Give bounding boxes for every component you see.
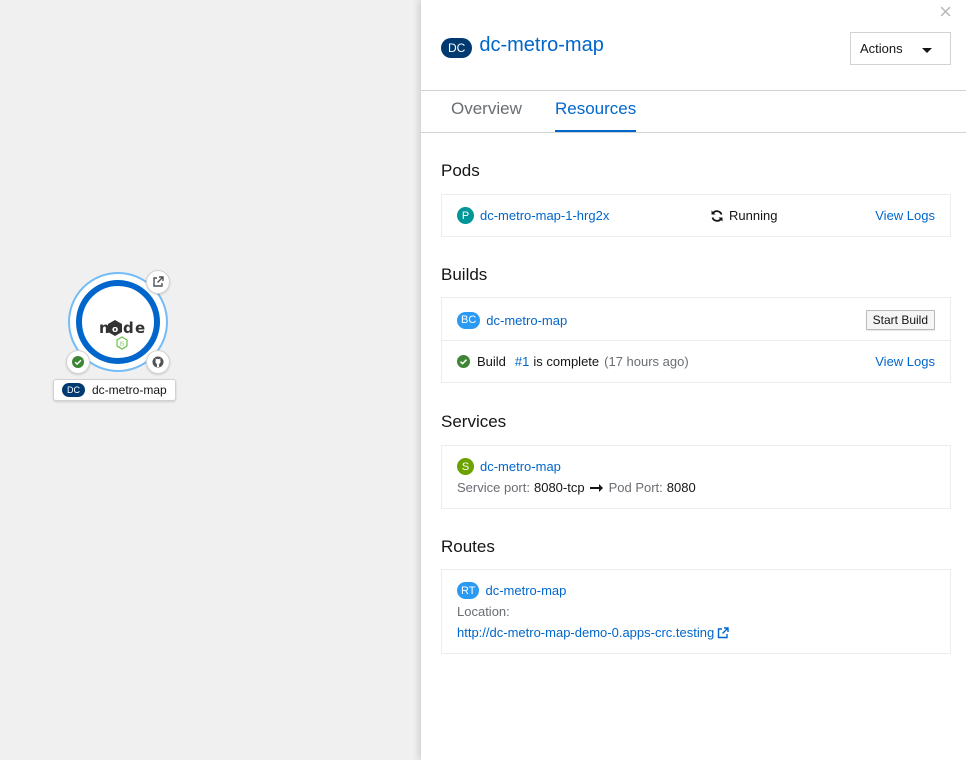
dc-badge: DC (441, 38, 473, 58)
build-time: (17 hours ago) (604, 354, 689, 369)
builds-card: BC dc-metro-map Start Build Build #1 is … (441, 297, 951, 383)
panel-header: DC dc-metro-map (441, 32, 604, 58)
topology-node[interactable]: n o d e JS (66, 270, 170, 374)
pods-card: P dc-metro-map-1-hrg2x Running View Logs (441, 194, 951, 237)
check-circle-icon (457, 355, 470, 368)
side-panel: × DC dc-metro-map Actions Overview Resou… (421, 0, 966, 760)
routes-section-title: Routes (441, 537, 495, 556)
pod-badge: P (457, 207, 474, 224)
node-label[interactable]: DC dc-metro-map (53, 379, 176, 401)
external-link-icon[interactable] (717, 626, 729, 639)
service-badge: S (457, 458, 474, 475)
build-number-link[interactable]: #1 (515, 354, 529, 369)
service-port-label: Service port: (457, 480, 530, 495)
caret-down-icon (922, 48, 932, 53)
build-view-logs-link[interactable]: View Logs (875, 354, 935, 369)
builds-section-title: Builds (441, 265, 488, 284)
pods-section-title: Pods (441, 161, 480, 180)
svg-text:o: o (112, 325, 118, 335)
service-ports: Service port: 8080-tcp Pod Port: 8080 (457, 480, 935, 495)
list-item: BC dc-metro-map Start Build (457, 310, 935, 330)
route-location: Location: (457, 604, 935, 619)
node-inner-circle: n o d e JS (76, 280, 160, 364)
tab-overview[interactable]: Overview (451, 99, 522, 129)
start-build-button[interactable]: Start Build (865, 310, 935, 330)
route-link[interactable]: dc-metro-map (485, 583, 566, 598)
nodejs-logo-icon: n o d e JS (99, 319, 145, 350)
pod-view-logs-link[interactable]: View Logs (875, 208, 935, 223)
build-status-text: is complete (533, 354, 600, 369)
long-arrow-right-icon (589, 483, 603, 492)
services-section-title: Services (441, 412, 507, 431)
page-title[interactable]: dc-metro-map (479, 34, 603, 57)
route-url-row: http://dc-metro-map-demo-0.apps-crc.test… (457, 625, 935, 640)
close-icon[interactable]: × (939, 1, 952, 23)
buildconfig-badge: BC (457, 311, 481, 329)
actions-dropdown[interactable]: Actions (850, 32, 951, 65)
sync-icon (711, 209, 723, 222)
tab-bar: Overview Resources (421, 90, 966, 133)
service-port-value: 8080-tcp (533, 480, 585, 495)
pod-port-label: Pod Port: (608, 480, 663, 495)
pod-status-text: Running (729, 208, 778, 223)
build-prefix: Build (477, 354, 506, 369)
actions-label: Actions (860, 41, 903, 56)
svg-text:d: d (123, 319, 134, 337)
node-dc-badge: DC (62, 383, 85, 397)
list-item: S dc-metro-map (457, 458, 935, 475)
list-item: Build #1 is complete (17 hours ago) View… (457, 354, 935, 369)
node-name: dc-metro-map (92, 383, 167, 397)
pod-port-value: 8080 (666, 480, 696, 495)
svg-text:e: e (135, 319, 145, 337)
svg-text:JS: JS (119, 342, 125, 348)
routes-card: RT dc-metro-map Location: http://dc-metr… (441, 569, 951, 654)
list-item: P dc-metro-map-1-hrg2x Running View Logs (457, 207, 935, 224)
open-url-icon[interactable] (146, 270, 170, 294)
list-item: RT dc-metro-map (457, 582, 935, 599)
build-status-success-icon[interactable] (66, 350, 90, 374)
service-link[interactable]: dc-metro-map (480, 459, 561, 474)
topology-canvas[interactable]: n o d e JS DC dc-metro-map (0, 0, 421, 760)
route-url-link[interactable]: http://dc-metro-map-demo-0.apps-crc.test… (457, 625, 714, 640)
divider (442, 340, 950, 341)
route-location-label: Location: (457, 604, 510, 619)
pod-status: Running (710, 208, 777, 223)
tab-resources[interactable]: Resources (555, 99, 637, 132)
route-badge: RT (457, 582, 480, 599)
pod-link[interactable]: dc-metro-map-1-hrg2x (480, 208, 609, 223)
github-icon[interactable] (146, 350, 170, 374)
buildconfig-link[interactable]: dc-metro-map (486, 313, 567, 328)
services-card: S dc-metro-map Service port: 8080-tcp Po… (441, 445, 951, 509)
